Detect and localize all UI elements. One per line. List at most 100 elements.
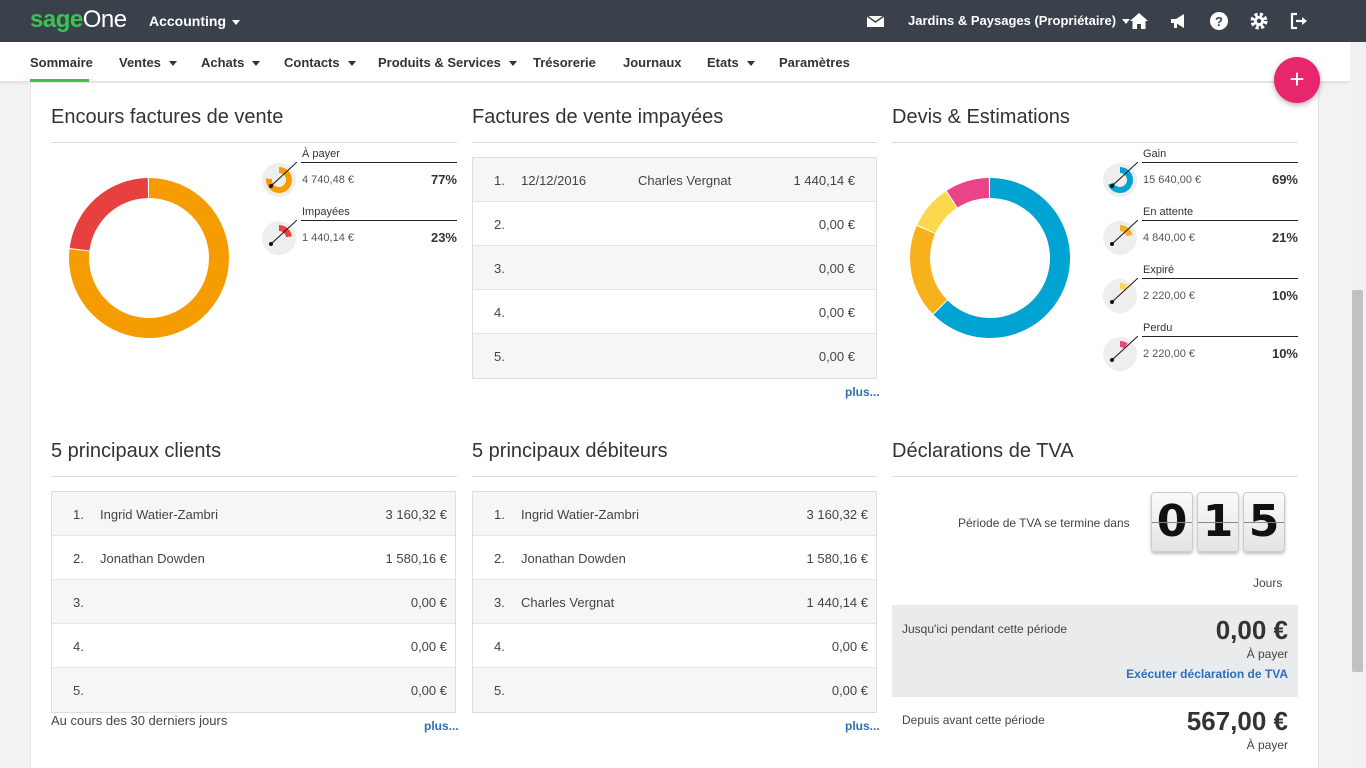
impayees-title: Factures de vente impayées <box>472 106 724 128</box>
legend-amount: 4 740,48 € <box>302 174 354 186</box>
table-row[interactable]: 4. 0,00 € <box>52 624 455 668</box>
table-row[interactable]: 3. 0,00 € <box>473 246 876 290</box>
logo-one-text: One <box>82 6 127 33</box>
row-amount: 0,00 € <box>410 595 447 610</box>
debtor-name: Ingrid Watier-Zambri <box>521 507 639 522</box>
nav-contacts[interactable]: Contacts <box>284 55 356 70</box>
section-divider <box>472 142 877 143</box>
tva-previous-status: À payer <box>1246 738 1288 752</box>
legend-percent: 23% <box>430 230 457 245</box>
page-scrollbar-thumb[interactable] <box>1352 290 1363 672</box>
row-amount: 3 160,32 € <box>385 507 447 522</box>
devis-donut-chart <box>910 178 1070 338</box>
app-switcher-menu[interactable]: Accounting <box>149 13 240 29</box>
donut-segment[interactable] <box>933 178 1070 338</box>
mail-icon[interactable] <box>866 11 886 31</box>
client-name: Ingrid Watier-Zambri <box>100 507 218 522</box>
nav-etats[interactable]: Etats <box>707 55 755 70</box>
nav-parametres[interactable]: Paramètres <box>779 55 850 70</box>
company-name: Jardins & Paysages (Propriétaire) <box>908 13 1117 28</box>
nav-journaux[interactable]: Journaux <box>623 55 682 70</box>
countdown-unit: Jours <box>1253 576 1283 590</box>
row-amount: 0,00 € <box>818 349 855 364</box>
table-row[interactable]: 5. 0,00 € <box>52 668 455 712</box>
row-amount: 0,00 € <box>831 639 868 654</box>
debtor-name: Jonathan Dowden <box>521 551 626 566</box>
row-amount: 0,00 € <box>818 261 855 276</box>
donut-segment[interactable] <box>910 225 947 314</box>
run-vat-return-link[interactable]: Exécuter déclaration de TVA <box>1126 667 1288 681</box>
row-amount: 0,00 € <box>410 683 447 698</box>
row-number: 5. <box>494 349 505 364</box>
nav-tresorerie[interactable]: Trésorerie <box>533 55 596 70</box>
table-row[interactable]: 3. Charles Vergnat 1 440,14 € <box>473 580 876 624</box>
logout-icon[interactable] <box>1289 11 1309 31</box>
table-row[interactable]: 2. Jonathan Dowden 1 580,16 € <box>52 536 455 580</box>
home-icon[interactable] <box>1129 11 1149 31</box>
customer-name: Charles Vergnat <box>638 173 732 188</box>
clients-table: 1. Ingrid Watier-Zambri 3 160,32 € 2. Jo… <box>51 491 456 713</box>
company-menu[interactable]: Jardins & Paysages (Propriétaire) <box>908 13 1131 28</box>
donut-segment[interactable] <box>69 178 149 251</box>
table-row[interactable]: 3. 0,00 € <box>52 580 455 624</box>
encours-title: Encours factures de vente <box>51 106 284 128</box>
legend-label: Gain <box>1143 148 1167 160</box>
table-row[interactable]: 1. Ingrid Watier-Zambri 3 160,32 € <box>473 492 876 536</box>
nav-label: Sommaire <box>30 55 93 70</box>
legend-percent: 10% <box>1271 346 1298 361</box>
row-number: 2. <box>494 551 505 566</box>
table-row[interactable]: 4. 0,00 € <box>473 290 876 334</box>
legend-leader-line <box>301 162 457 163</box>
legend-label: Expiré <box>1143 264 1175 276</box>
table-row[interactable]: 4. 0,00 € <box>473 624 876 668</box>
clients-more-link[interactable]: plus... <box>424 719 459 733</box>
legend-amount: 2 220,00 € <box>1143 290 1195 302</box>
svg-text:?: ? <box>1215 14 1223 29</box>
legend-percent: 21% <box>1271 230 1298 245</box>
plus-icon: + <box>1289 64 1305 94</box>
table-row[interactable]: 1. 12/12/2016 Charles Vergnat 1 440,14 € <box>473 158 876 202</box>
nav-produits-services[interactable]: Produits & Services <box>378 55 517 70</box>
nav-active-indicator <box>30 79 89 82</box>
row-number: 2. <box>73 551 84 566</box>
tva-period-label: Période de TVA se termine dans <box>958 516 1130 530</box>
main-nav: Sommaire Ventes Achats Contacts Produits… <box>0 42 1350 82</box>
impayees-more-link[interactable]: plus... <box>845 385 880 399</box>
debiteurs-more-link[interactable]: plus... <box>845 719 880 733</box>
legend-percent: 10% <box>1271 288 1298 303</box>
nav-label: Produits & Services <box>378 55 501 70</box>
donut-segment[interactable] <box>917 191 957 234</box>
nav-ventes[interactable]: Ventes <box>119 55 177 70</box>
table-row[interactable]: 2. Jonathan Dowden 1 580,16 € <box>473 536 876 580</box>
mini-gauge-icon <box>1103 220 1138 255</box>
sage-one-logo[interactable]: sageOne <box>30 6 127 34</box>
mini-gauge-icon <box>1103 278 1138 313</box>
row-amount: 0,00 € <box>818 217 855 232</box>
nav-achats[interactable]: Achats <box>201 55 261 70</box>
gear-icon[interactable] <box>1249 11 1269 31</box>
devis-title: Devis & Estimations <box>892 106 1070 128</box>
megaphone-icon[interactable] <box>1169 11 1189 31</box>
legend-percent: 77% <box>430 172 457 187</box>
donut-segments <box>910 178 1070 338</box>
table-row[interactable]: 1. Ingrid Watier-Zambri 3 160,32 € <box>52 492 455 536</box>
chevron-down-icon <box>232 19 240 25</box>
table-row[interactable]: 5. 0,00 € <box>473 334 876 378</box>
row-amount: 1 440,14 € <box>806 595 868 610</box>
legend-label: À payer <box>302 148 340 160</box>
chevron-down-icon <box>746 61 755 67</box>
table-row[interactable]: 2. 0,00 € <box>473 202 876 246</box>
legend-label: Impayées <box>302 206 350 218</box>
help-icon[interactable]: ? <box>1209 11 1229 31</box>
row-number: 1. <box>73 507 84 522</box>
create-new-button[interactable]: + <box>1274 57 1320 103</box>
tva-current-amount: 0,00 € <box>1215 615 1288 645</box>
section-divider <box>51 142 457 143</box>
mini-gauge-icon <box>1103 336 1138 371</box>
countdown-digit: 1 <box>1197 492 1239 552</box>
table-row[interactable]: 5. 0,00 € <box>473 668 876 712</box>
nav-sommaire[interactable]: Sommaire <box>30 55 93 70</box>
chevron-down-icon <box>252 61 261 67</box>
app-switcher-label: Accounting <box>149 13 226 29</box>
row-number: 1. <box>494 507 505 522</box>
